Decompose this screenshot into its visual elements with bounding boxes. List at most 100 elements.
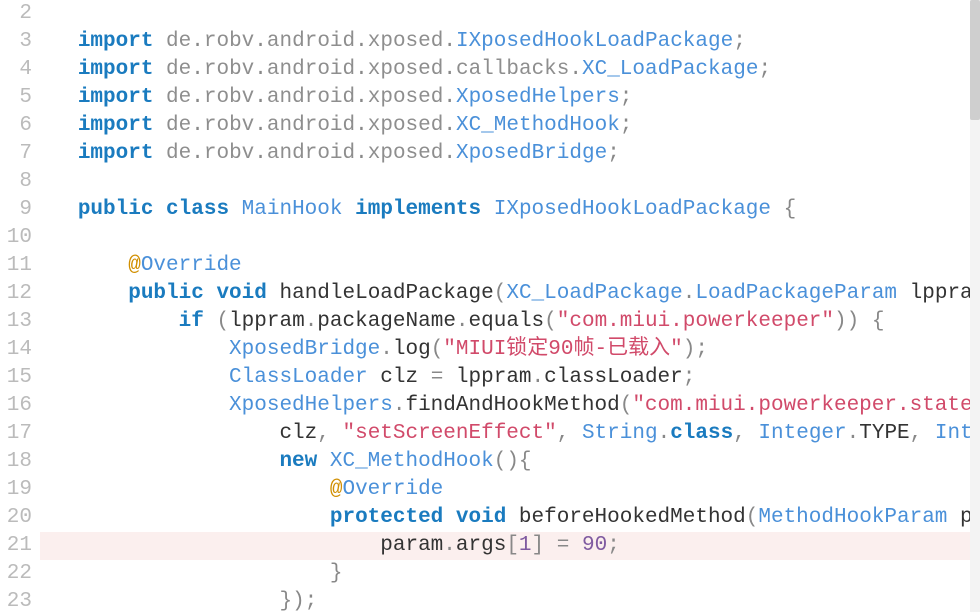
code-line[interactable]: });: [40, 588, 980, 612]
token: clz: [279, 422, 317, 445]
scrollbar-thumb[interactable]: [970, 0, 980, 120]
line-number: 20: [0, 504, 40, 532]
code-line[interactable]: XposedHelpers.findAndHookMethod("com.miu…: [40, 392, 980, 420]
line-number-gutter: 234567891011121314151617181920212223: [0, 0, 40, 612]
token: 1: [519, 534, 532, 557]
token: .: [532, 366, 545, 389]
token: .: [191, 30, 204, 53]
token: ,: [733, 422, 746, 445]
token: {: [872, 310, 885, 333]
token: android: [267, 114, 355, 137]
token: [153, 142, 166, 165]
token: {: [784, 198, 797, 221]
token: void: [456, 506, 506, 529]
token: XposedHelpers: [229, 394, 393, 417]
token: ): [292, 590, 305, 612]
token: ;: [305, 590, 318, 612]
code-line[interactable]: public class MainHook implements IXposed…: [40, 196, 980, 224]
token: [229, 198, 242, 221]
code-line[interactable]: [40, 224, 980, 252]
code-line[interactable]: import de.robv.android.xposed.IXposedHoo…: [40, 28, 980, 56]
token: .: [355, 114, 368, 137]
token: {: [519, 450, 532, 473]
line-number: 22: [0, 560, 40, 588]
code-line[interactable]: clz, "setScreenEffect", String.class, In…: [40, 420, 980, 448]
token: Override: [342, 478, 443, 501]
token: .: [443, 58, 456, 81]
code-line[interactable]: new XC_MethodHook(){: [40, 448, 980, 476]
token: [746, 422, 759, 445]
line-number: 14: [0, 336, 40, 364]
line-number: 19: [0, 476, 40, 504]
token: android: [267, 86, 355, 109]
token: public: [128, 282, 204, 305]
token: XC_LoadPackage: [506, 282, 682, 305]
token: ): [847, 310, 860, 333]
code-area[interactable]: import de.robv.android.xposed.IXposedHoo…: [40, 0, 980, 612]
token: [368, 366, 381, 389]
token: [947, 506, 960, 529]
code-line[interactable]: import de.robv.android.xposed.XC_MethodH…: [40, 112, 980, 140]
token: .: [443, 30, 456, 53]
token: .: [443, 142, 456, 165]
line-number: 6: [0, 112, 40, 140]
code-line[interactable]: @Override: [40, 252, 980, 280]
token: [343, 198, 356, 221]
line-number: 7: [0, 140, 40, 168]
token: param: [380, 534, 443, 557]
token: .: [254, 58, 267, 81]
token: .: [443, 86, 456, 109]
line-number: 11: [0, 252, 40, 280]
token: [418, 366, 431, 389]
code-line[interactable]: }: [40, 560, 980, 588]
token: android: [267, 58, 355, 81]
code-line[interactable]: if (lppram.packageName.equals("com.miui.…: [40, 308, 980, 336]
token: .: [254, 30, 267, 53]
token: import: [78, 58, 154, 81]
code-line[interactable]: @Override: [40, 476, 980, 504]
token: .: [355, 58, 368, 81]
line-number: 15: [0, 364, 40, 392]
token: [544, 534, 557, 557]
token: (: [544, 310, 557, 333]
token: ): [683, 338, 696, 361]
token: .: [254, 142, 267, 165]
token: "com.miui.powerkeeper.statem: [632, 394, 980, 417]
code-line[interactable]: import de.robv.android.xposed.XposedHelp…: [40, 84, 980, 112]
token: ;: [695, 338, 708, 361]
scrollbar-track[interactable]: [970, 0, 980, 612]
token: ): [506, 450, 519, 473]
token: ClassLoader: [229, 366, 368, 389]
token: }: [330, 562, 343, 585]
code-line[interactable]: public void handleLoadPackage(XC_LoadPac…: [40, 280, 980, 308]
code-line[interactable]: XposedBridge.log("MIUI锁定90帧-已载入");: [40, 336, 980, 364]
code-line[interactable]: param.args[1] = 90;: [40, 532, 980, 560]
token: findAndHookMethod: [405, 394, 619, 417]
line-number: 23: [0, 588, 40, 612]
token: android: [267, 142, 355, 165]
token: [897, 282, 910, 305]
token: import: [78, 86, 154, 109]
token: lppram: [456, 366, 532, 389]
code-line[interactable]: [40, 0, 980, 28]
token: de: [166, 58, 191, 81]
code-line[interactable]: ClassLoader clz = lppram.classLoader;: [40, 364, 980, 392]
token: de: [166, 30, 191, 53]
code-line[interactable]: import de.robv.android.xposed.XposedBrid…: [40, 140, 980, 168]
token: xposed: [368, 58, 444, 81]
line-number: 5: [0, 84, 40, 112]
token: args: [456, 534, 506, 557]
token: ;: [620, 86, 633, 109]
token: packageName: [317, 310, 456, 333]
token: ]: [532, 534, 545, 557]
token: .: [456, 310, 469, 333]
token: ;: [607, 142, 620, 165]
code-editor[interactable]: 234567891011121314151617181920212223 imp…: [0, 0, 980, 612]
code-line[interactable]: protected void beforeHookedMethod(Method…: [40, 504, 980, 532]
token: robv: [204, 30, 254, 53]
line-number: 16: [0, 392, 40, 420]
token: (: [216, 310, 229, 333]
code-line[interactable]: [40, 168, 980, 196]
code-line[interactable]: import de.robv.android.xposed.callbacks.…: [40, 56, 980, 84]
token: robv: [204, 86, 254, 109]
